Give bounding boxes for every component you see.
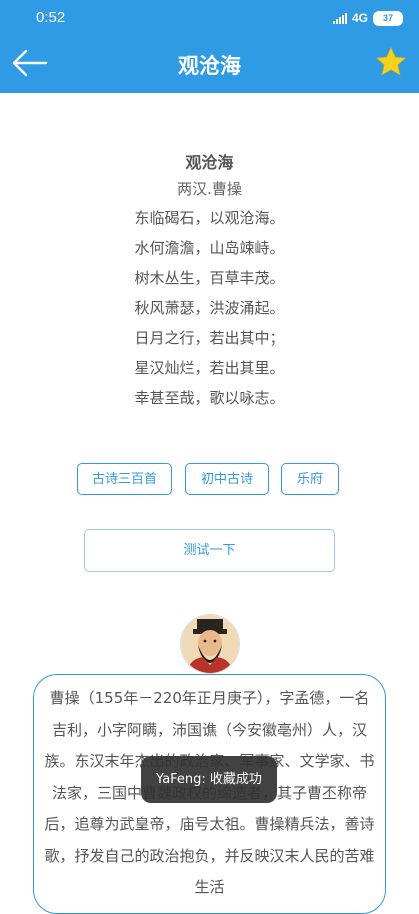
tag-gushi-300[interactable]: 古诗三百首 [77,463,172,495]
author-portrait-icon [181,615,239,673]
status-bar: 0:52 4G 37 [0,0,419,36]
tag-yuefu[interactable]: 乐府 [281,463,339,495]
battery-icon: 37 [373,10,403,26]
test-button[interactable]: 测试一下 [84,529,335,572]
poem-line: 东临碣石，以观沧海。 [134,209,285,227]
poem-line: 秋风萧瑟，洪波涌起。 [134,299,285,317]
poem-title: 观沧海 [185,153,234,172]
status-time: 0:52 [36,9,66,26]
signal-icon [332,12,347,24]
toast-message: YaFeng: 收藏成功 [141,756,277,803]
status-icons: 4G 37 [332,10,403,26]
poem-line: 树木丛生，百草丰茂。 [134,269,285,287]
page-title: 观沧海 [178,54,241,78]
poem-line: 幸甚至哉，歌以咏志。 [134,389,285,407]
poem-line: 水何澹澹，山岛竦峙。 [134,239,285,257]
network-type: 4G [351,11,368,25]
poem-author: 两汉.曹操 [177,180,242,198]
star-icon [376,47,406,76]
poem-line: 星汉灿烂，若出其里。 [134,359,285,377]
favorite-button[interactable] [375,46,407,78]
poem-line: 日月之行，若出其中； [134,329,285,347]
app-bar: 0:52 4G 37 观沧海 [0,0,419,93]
author-avatar [180,614,240,674]
tag-chuzhong-gushi[interactable]: 初中古诗 [185,463,269,495]
